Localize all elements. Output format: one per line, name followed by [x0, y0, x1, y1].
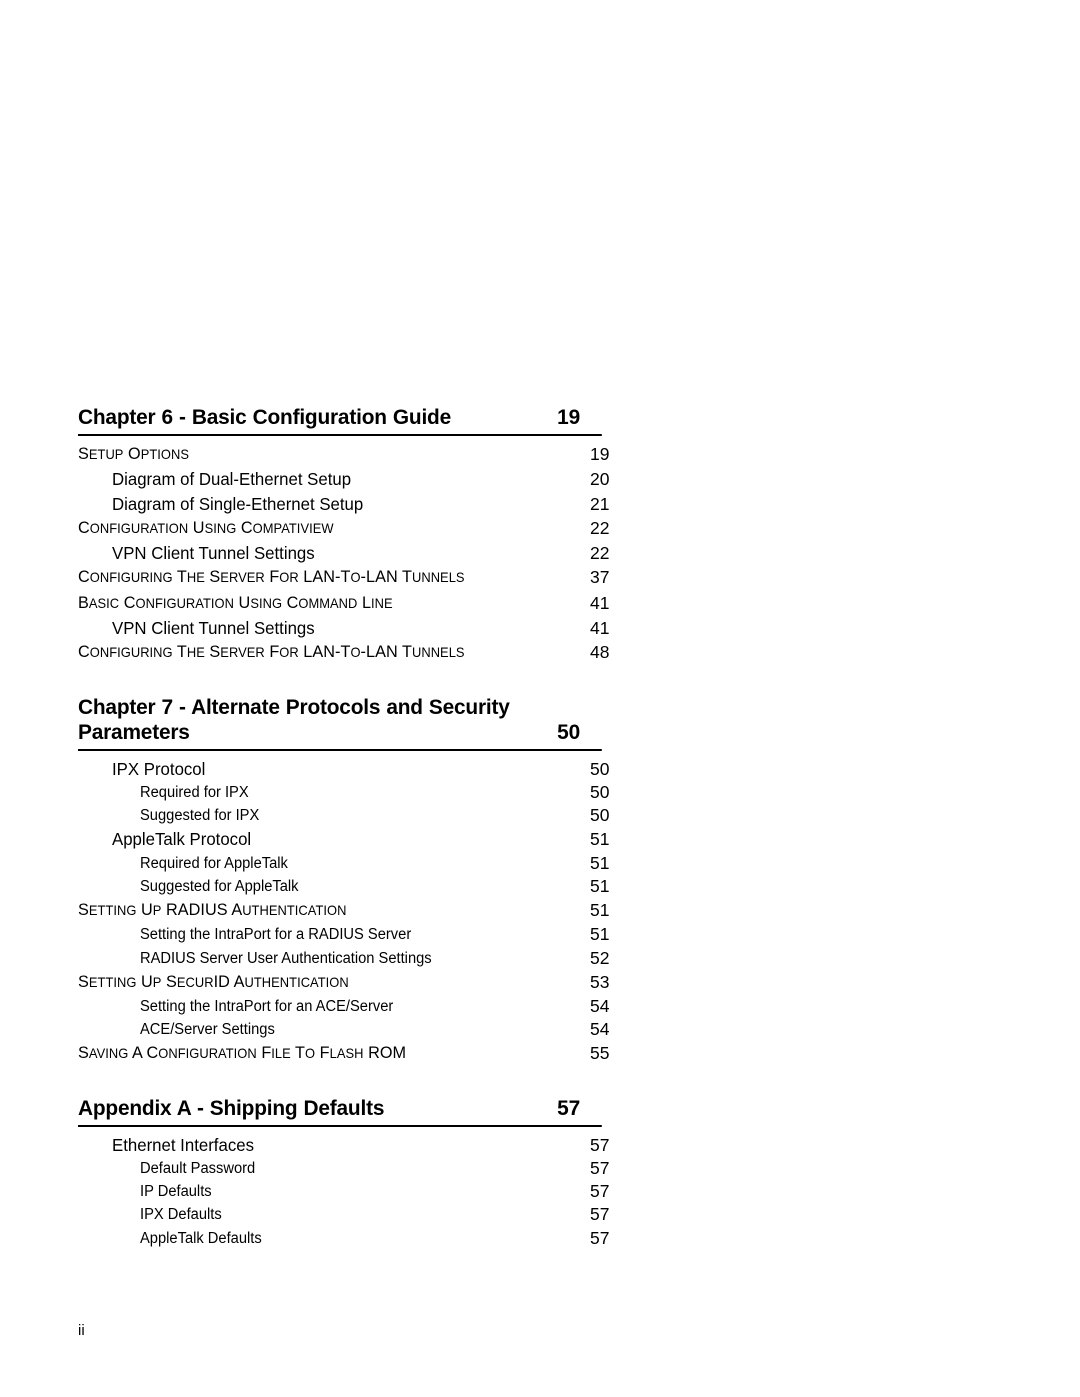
toc-entry-label: Required for IPX: [140, 783, 249, 801]
toc-entry[interactable]: Required for AppleTalk 51: [140, 852, 618, 875]
toc-entry[interactable]: Setting the IntraPort for an ACE/Server 5…: [140, 995, 618, 1018]
toc-entry-page-number: 53: [590, 971, 610, 992]
section-heading[interactable]: Chapter 7 - Alternate Protocols and Secu…: [78, 695, 602, 751]
toc-entry-label: Diagram of Single-Ethernet Setup: [112, 493, 364, 514]
toc-entry-label: BASIC CONFIGURATION USING COMMAND LINE: [78, 592, 393, 612]
section-heading-page-number: 50: [557, 719, 580, 744]
toc-entry-label: Suggested for AppleTalk: [140, 877, 299, 895]
toc-entry-page-number: 57: [590, 1181, 610, 1202]
toc-entry-label: SETUP OPTIONS: [78, 444, 190, 463]
toc-entry-page-number: 51: [590, 852, 610, 873]
toc-entry[interactable]: VPN Client Tunnel Settings 22: [112, 541, 618, 565]
toc-entry-page-number: 57: [590, 1134, 610, 1155]
section-heading[interactable]: Chapter 6 - Basic Configuration Guide 19: [78, 405, 602, 436]
toc-entry[interactable]: CONFIGURING THE SERVER FOR LAN-TO-LAN TU…: [78, 640, 618, 665]
toc-entry-label: Ethernet Interfaces: [112, 1134, 254, 1155]
toc-entry[interactable]: RADIUS Server User Authentication Settin…: [140, 947, 618, 970]
toc-entry[interactable]: SAVING A CONFIGURATION FILE TO FLASH ROM…: [78, 1041, 618, 1066]
toc-entry-page-number: 48: [590, 642, 610, 663]
toc-entry-page-number: 57: [590, 1227, 610, 1248]
toc-entry-label: CONFIGURING THE SERVER FOR LAN-TO-LAN TU…: [78, 642, 465, 662]
section-heading-title: Appendix A - Shipping Defaults: [78, 1095, 385, 1120]
toc-entry-label: CONFIGURING THE SERVER FOR LAN-TO-LAN TU…: [78, 567, 465, 587]
toc-entry-page-number: 51: [590, 900, 610, 921]
toc-entry[interactable]: BASIC CONFIGURATION USING COMMAND LINE 41: [78, 591, 618, 616]
toc-entry-label: IPX Protocol: [112, 758, 206, 779]
toc-entry[interactable]: SETUP OPTIONS 19: [78, 442, 618, 467]
toc-entry-page-number: 51: [590, 875, 610, 896]
section-heading[interactable]: Appendix A - Shipping Defaults 57: [78, 1096, 602, 1127]
toc-entry-page-number: 51: [590, 924, 610, 945]
toc-entry[interactable]: Suggested for IPX 50: [140, 804, 618, 827]
section-entry-group: Ethernet Interfaces 57 Default Password 57 I…: [78, 1133, 618, 1250]
toc-entry-label: Suggested for IPX: [140, 807, 260, 825]
toc-entry-label: AppleTalk Defaults: [140, 1229, 262, 1247]
section-heading-title: Chapter 7 - Alternate Protocols and Secu…: [78, 694, 510, 744]
toc-entry-page-number: 50: [590, 781, 610, 802]
toc-entry-page-number: 57: [590, 1158, 610, 1179]
toc-entry[interactable]: Ethernet Interfaces 57: [112, 1133, 618, 1157]
table-of-contents: Chapter 6 - Basic Configuration Guide 19 S…: [78, 405, 618, 1250]
toc-entry[interactable]: CONFIGURING THE SERVER FOR LAN-TO-LAN TU…: [78, 565, 618, 590]
toc-entry-label: Setting the IntraPort for an ACE/Server: [140, 998, 394, 1016]
toc-entry-label: IPX Defaults: [140, 1206, 222, 1224]
toc-entry[interactable]: Diagram of Dual-Ethernet Setup 20: [112, 467, 618, 491]
toc-entry[interactable]: Suggested for AppleTalk 51: [140, 875, 618, 898]
toc-entry-label: SAVING A CONFIGURATION FILE TO FLASH ROM: [78, 1043, 407, 1063]
toc-entry-label: SETTING UP SECURID AUTHENTICATION: [78, 971, 349, 991]
toc-entry-label: VPN Client Tunnel Settings: [112, 618, 315, 639]
toc-entry-page-number: 22: [590, 517, 610, 538]
toc-entry-label: Setting the IntraPort for a RADIUS Serve…: [140, 926, 412, 944]
toc-entry-page-number: 54: [590, 996, 610, 1017]
toc-entry[interactable]: Diagram of Single-Ethernet Setup 21: [112, 492, 618, 516]
section-entry-group: IPX Protocol 50 Required for IPX 50 Suggeste…: [78, 757, 618, 1067]
toc-entry-page-number: 54: [590, 1019, 610, 1040]
section-entry-group: SETUP OPTIONS 19 Diagram of Dual-Ethernet …: [78, 442, 618, 666]
toc-entry-label: IP Defaults: [140, 1183, 212, 1201]
section-heading-page-number: 57: [557, 1095, 580, 1120]
toc-entry[interactable]: AppleTalk Defaults 57: [140, 1227, 618, 1250]
toc-entry-label: RADIUS Server User Authentication Settin…: [140, 949, 432, 967]
toc-entry[interactable]: ACE/Server Settings 54: [140, 1018, 618, 1041]
toc-entry-page-number: 37: [590, 567, 610, 588]
toc-entry[interactable]: VPN Client Tunnel Settings 41: [112, 616, 618, 640]
toc-entry[interactable]: Setting the IntraPort for a RADIUS Serve…: [140, 923, 618, 946]
toc-entry-page-number: 55: [590, 1043, 610, 1064]
toc-entry-page-number: 22: [590, 543, 610, 564]
toc-entry-label: VPN Client Tunnel Settings: [112, 543, 315, 564]
toc-entry-page-number: 20: [590, 469, 610, 490]
toc-entry-page-number: 41: [590, 618, 610, 639]
toc-entry-page-number: 57: [590, 1204, 610, 1225]
section-heading-page-number: 19: [557, 405, 580, 429]
toc-entry-page-number: 51: [590, 829, 610, 850]
toc-entry-label: AppleTalk Protocol: [112, 829, 252, 850]
section-heading-title: Chapter 6 - Basic Configuration Guide: [78, 405, 451, 429]
toc-entry-page-number: 50: [590, 805, 610, 826]
toc-entry-page-number: 41: [590, 592, 610, 613]
toc-entry-page-number: 19: [590, 444, 610, 464]
toc-entry-label: SETTING UP RADIUS AUTHENTICATION: [78, 900, 347, 920]
toc-entry-page-number: 21: [590, 493, 610, 514]
toc-entry[interactable]: IPX Protocol 50: [112, 757, 618, 781]
toc-entry[interactable]: IPX Defaults 57: [140, 1203, 618, 1226]
toc-entry[interactable]: SETTING UP RADIUS AUTHENTICATION 51: [78, 898, 618, 923]
toc-entry-label: Default Password: [140, 1160, 256, 1178]
toc-entry-label: CONFIGURATION USING COMPATIVIEW: [78, 517, 334, 537]
toc-entry-page-number: 50: [590, 758, 610, 779]
toc-entry-label: Required for AppleTalk: [140, 854, 288, 872]
toc-entry-label: ACE/Server Settings: [140, 1021, 275, 1039]
toc-entry[interactable]: Default Password 57: [140, 1157, 618, 1180]
toc-entry-label: Diagram of Dual-Ethernet Setup: [112, 469, 352, 490]
toc-entry[interactable]: SETTING UP SECURID AUTHENTICATION 53: [78, 970, 618, 995]
toc-entry-page-number: 52: [590, 947, 610, 968]
toc-entry[interactable]: AppleTalk Protocol 51: [112, 827, 618, 851]
toc-entry[interactable]: IP Defaults 57: [140, 1180, 618, 1203]
toc-entry[interactable]: CONFIGURATION USING COMPATIVIEW 22: [78, 516, 618, 541]
page-number-footer: ii: [78, 1322, 85, 1339]
toc-entry[interactable]: Required for IPX 50: [140, 781, 618, 804]
